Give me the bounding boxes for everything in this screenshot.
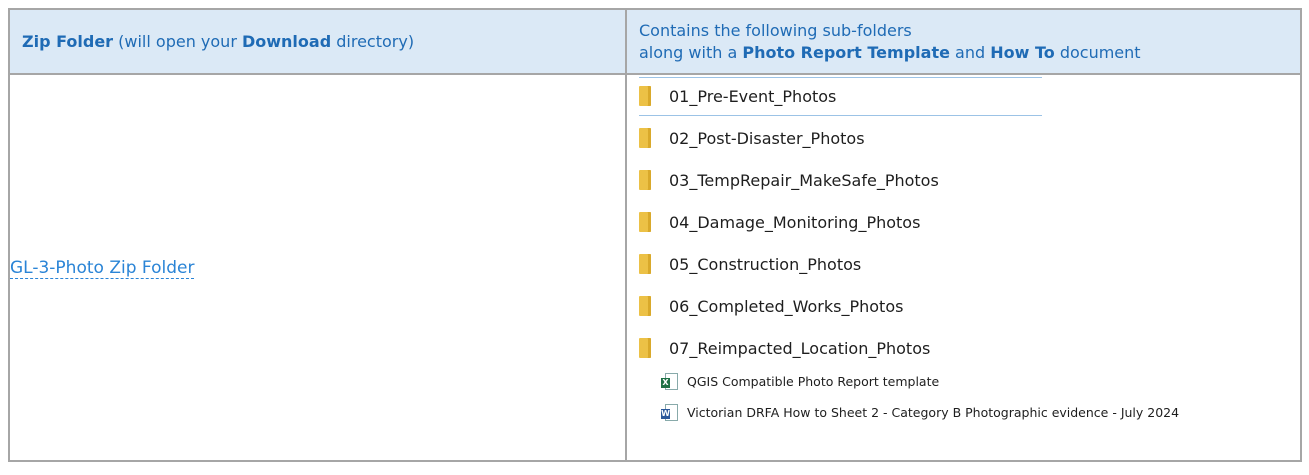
header-document-text: document [1054, 42, 1141, 62]
header-photo-report-bold: Photo Report Template [742, 42, 950, 62]
header-and-text: and [949, 42, 991, 62]
zip-folder-link[interactable]: GL-3-Photo Zip Folder [10, 257, 195, 279]
folder-label: 01_Pre-Event_Photos [669, 86, 837, 106]
folder-label: 04_Damage_Monitoring_Photos [669, 212, 921, 232]
header-download-bold: Download [241, 31, 332, 51]
header-zip-folder-cell: Zip Folder (will open your Download dire… [8, 8, 627, 75]
folder-item[interactable]: 04_Damage_Monitoring_Photos [639, 209, 920, 235]
selection-bottom-border [639, 115, 1042, 116]
document-label: QGIS Compatible Photo Report template [687, 373, 940, 389]
word-icon: W [661, 404, 678, 421]
folder-icon [639, 254, 651, 274]
zip-link-cell: GL-3-Photo Zip Folder [8, 73, 627, 462]
folder-icon [639, 338, 651, 358]
folder-icon [639, 296, 651, 316]
zip-folder-table: Zip Folder (will open your Download dire… [8, 8, 1302, 462]
header-contents-cell: Contains the following sub-folders along… [625, 8, 1302, 75]
folder-icon [639, 170, 651, 190]
document-label: Victorian DRFA How to Sheet 2 - Category… [687, 404, 1180, 420]
folder-item[interactable]: 05_Construction_Photos [639, 251, 861, 277]
folder-label: 05_Construction_Photos [669, 254, 862, 274]
header-how-to-bold: How To [990, 42, 1055, 62]
selection-top-border [639, 77, 1042, 78]
header-zip-folder-text: Zip Folder (will open your Download dire… [22, 31, 625, 53]
document-item[interactable]: W Victorian DRFA How to Sheet 2 - Catego… [661, 402, 1179, 422]
folder-item[interactable]: 02_Post-Disaster_Photos [639, 125, 865, 151]
header-contents-line1: Contains the following sub-folders [639, 20, 912, 40]
folder-icon [639, 86, 651, 106]
excel-icon: X [661, 373, 678, 390]
header-along-text: along with a [639, 42, 743, 62]
document-item[interactable]: X QGIS Compatible Photo Report template [661, 371, 939, 391]
folder-item[interactable]: 07_Reimpacted_Location_Photos [639, 335, 930, 361]
header-zip-folder-note: (will open your [113, 31, 242, 51]
folder-label: 02_Post-Disaster_Photos [669, 128, 865, 148]
folder-icon [639, 212, 651, 232]
folder-item[interactable]: 01_Pre-Event_Photos [639, 83, 836, 109]
folder-item[interactable]: 06_Completed_Works_Photos [639, 293, 903, 319]
header-contents-line2: along with a Photo Report Template and H… [639, 42, 1300, 64]
folder-label: 07_Reimpacted_Location_Photos [669, 338, 931, 358]
folder-contents-cell: 01_Pre-Event_Photos 02_Post-Disaster_Pho… [625, 73, 1302, 462]
folder-item[interactable]: 03_TempRepair_MakeSafe_Photos [639, 167, 939, 193]
header-zip-folder-bold: Zip Folder [22, 31, 114, 51]
folder-icon [639, 128, 651, 148]
folder-label: 03_TempRepair_MakeSafe_Photos [669, 170, 939, 190]
folder-label: 06_Completed_Works_Photos [669, 296, 904, 316]
header-directory-text: directory) [331, 31, 415, 51]
